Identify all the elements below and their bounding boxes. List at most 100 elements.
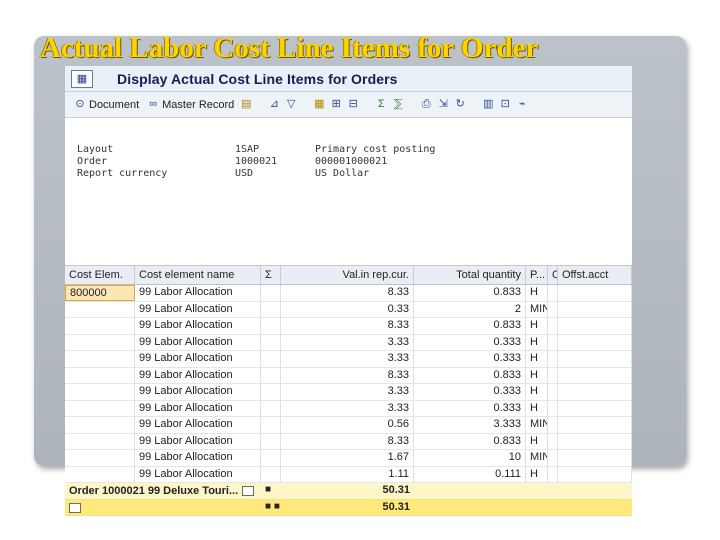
table-row[interactable]: 99 Labor Allocation 1.11 0.111 H (65, 466, 632, 483)
sum-cell[interactable] (261, 318, 281, 334)
cost-element-name-cell[interactable]: 99 Labor Allocation (135, 351, 261, 367)
offset-account-cell[interactable] (558, 351, 632, 367)
table-row[interactable]: 800000 99 Labor Allocation 8.33 0.833 H (65, 285, 632, 302)
offset-account-cell[interactable] (558, 301, 632, 317)
value-cell[interactable]: 8.33 (281, 433, 414, 449)
unit-cell[interactable]: H (526, 466, 548, 482)
cost-elem-cell[interactable] (65, 384, 135, 400)
table-row[interactable]: 99 Labor Allocation 3.33 0.333 H (65, 334, 632, 351)
value-cell[interactable]: 3.33 (281, 351, 414, 367)
sum-icon[interactable]: Σ (374, 98, 388, 112)
report-icon[interactable]: ▦ (71, 69, 93, 88)
sum-cell[interactable] (261, 351, 281, 367)
cost-elem-cell[interactable] (65, 334, 135, 350)
layout-icon[interactable]: ▦ (312, 98, 326, 112)
grid-icon[interactable]: ⊟ (346, 98, 360, 112)
unit-cell[interactable]: H (526, 384, 548, 400)
unit-cell[interactable]: H (526, 334, 548, 350)
quantity-cell[interactable]: 0.833 (414, 433, 526, 449)
document-button[interactable]: ⊙ Document (71, 95, 141, 115)
offset-account-cell[interactable] (558, 384, 632, 400)
column-header-cost-element-name[interactable]: Cost element name (135, 266, 261, 284)
value-cell[interactable]: 3.33 (281, 334, 414, 350)
table-row[interactable]: 99 Labor Allocation 3.33 0.333 H (65, 351, 632, 368)
cost-element-name-cell[interactable]: 99 Labor Allocation (135, 384, 261, 400)
more-icon[interactable]: ⌁ (515, 98, 529, 112)
unit-cell[interactable]: MIN (526, 301, 548, 317)
cost-elem-cell[interactable] (65, 318, 135, 334)
value-cell[interactable]: 8.33 (281, 318, 414, 334)
cost-elem-cell[interactable]: 800000 (65, 285, 135, 301)
unit-cell[interactable]: H (526, 285, 548, 301)
offset-account-cell[interactable] (558, 400, 632, 416)
quantity-cell[interactable]: 0.333 (414, 334, 526, 350)
offset-account-cell[interactable] (558, 285, 632, 301)
table-row[interactable]: 99 Labor Allocation 8.33 0.833 H (65, 433, 632, 450)
value-cell[interactable]: 3.33 (281, 400, 414, 416)
cost-elem-cell[interactable] (65, 466, 135, 482)
sum-cell[interactable] (261, 334, 281, 350)
table-row[interactable]: 99 Labor Allocation 0.563.333MIN (65, 417, 632, 434)
table-row[interactable]: 99 Labor Allocation 8.33 0.833 H (65, 367, 632, 384)
value-cell[interactable]: 1.11 (281, 466, 414, 482)
value-cell[interactable]: 0.56 (281, 417, 414, 433)
cost-element-name-cell[interactable]: 99 Labor Allocation (135, 466, 261, 482)
offset-account-cell[interactable] (558, 450, 632, 466)
column-header-value[interactable]: Val.in rep.cur. (281, 266, 414, 284)
sum-cell[interactable] (261, 417, 281, 433)
column-header-total-quantity[interactable]: Total quantity (414, 266, 526, 284)
o-cell[interactable] (548, 351, 558, 367)
column-header-o[interactable]: O (548, 266, 558, 284)
quantity-cell[interactable]: 0.833 (414, 285, 526, 301)
o-cell[interactable] (548, 384, 558, 400)
table-row[interactable]: 99 Labor Allocation 0.332MIN (65, 301, 632, 318)
cost-elem-cell[interactable] (65, 351, 135, 367)
o-cell[interactable] (548, 400, 558, 416)
value-cell[interactable]: 8.33 (281, 367, 414, 383)
quantity-cell[interactable]: 0.833 (414, 367, 526, 383)
filter-icon[interactable]: ▽ (284, 98, 298, 112)
sum-cell[interactable] (261, 367, 281, 383)
cost-elem-cell[interactable] (65, 433, 135, 449)
sum-cell[interactable] (261, 433, 281, 449)
unit-cell[interactable]: H (526, 433, 548, 449)
sort-ascending-icon[interactable]: ⊿ (267, 98, 281, 112)
column-header-cost-elem[interactable]: Cost Elem. (65, 266, 135, 284)
cost-element-name-cell[interactable]: 99 Labor Allocation (135, 450, 261, 466)
save-layout-icon[interactable]: ⊡ (498, 98, 512, 112)
column-header-sum[interactable]: Σ (261, 266, 281, 284)
offset-account-cell[interactable] (558, 334, 632, 350)
o-cell[interactable] (548, 285, 558, 301)
cost-elem-cell[interactable] (65, 367, 135, 383)
details-icon[interactable]: ▤ (239, 98, 253, 112)
subtotal-row[interactable]: Order 1000021 99 Deluxe Touri... ■ 50.31 (65, 483, 632, 500)
o-cell[interactable] (548, 367, 558, 383)
offset-account-cell[interactable] (558, 367, 632, 383)
column-header-unit[interactable]: P... (526, 266, 548, 284)
print-icon[interactable]: ⎙ (419, 98, 433, 112)
sum-cell[interactable] (261, 301, 281, 317)
unit-cell[interactable]: MIN (526, 450, 548, 466)
quantity-cell[interactable]: 0.833 (414, 318, 526, 334)
cost-elem-cell[interactable] (65, 450, 135, 466)
quantity-cell[interactable]: 0.333 (414, 400, 526, 416)
quantity-cell[interactable]: 0.333 (414, 384, 526, 400)
columns-icon[interactable]: ⊞ (329, 98, 343, 112)
o-cell[interactable] (548, 450, 558, 466)
o-cell[interactable] (548, 318, 558, 334)
subtotal-icon[interactable]: ⅀ (391, 98, 405, 112)
offset-account-cell[interactable] (558, 318, 632, 334)
value-cell[interactable]: 1.67 (281, 450, 414, 466)
cost-element-name-cell[interactable]: 99 Labor Allocation (135, 334, 261, 350)
cost-element-name-cell[interactable]: 99 Labor Allocation (135, 433, 261, 449)
export-icon[interactable]: ⇲ (436, 98, 450, 112)
sum-cell[interactable] (261, 450, 281, 466)
quantity-cell[interactable]: 2 (414, 301, 526, 317)
o-cell[interactable] (548, 301, 558, 317)
subtotal-expand-icon[interactable] (242, 486, 255, 497)
value-cell[interactable]: 0.33 (281, 301, 414, 317)
cost-elem-cell[interactable] (65, 400, 135, 416)
cost-element-name-cell[interactable]: 99 Labor Allocation (135, 301, 261, 317)
sum-cell[interactable] (261, 466, 281, 482)
quantity-cell[interactable]: 3.333 (414, 417, 526, 433)
